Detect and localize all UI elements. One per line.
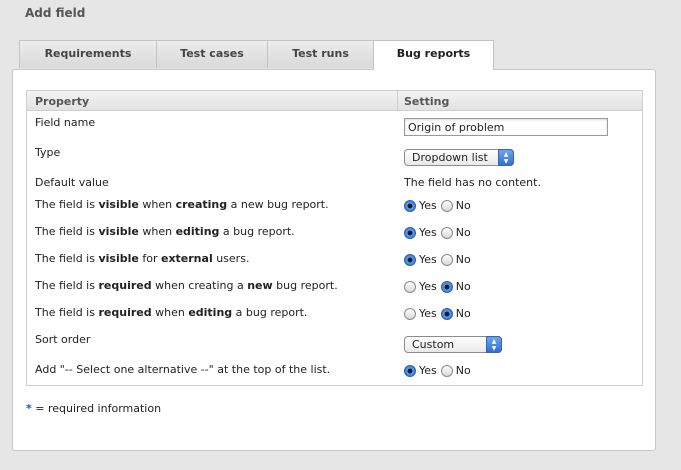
required-footnote-text: = required information	[31, 402, 162, 415]
row-required-creating: The field is required when creating a ne…	[27, 279, 642, 303]
row-add-select-one: Add "-- Select one alternative --" at th…	[27, 363, 642, 387]
tab-test-runs[interactable]: Test runs	[267, 40, 374, 68]
row-required-editing: The field is required when editing a bug…	[27, 306, 642, 330]
yes-label: Yes	[419, 226, 437, 239]
yes-label: Yes	[419, 364, 437, 377]
yes-label: Yes	[419, 280, 437, 293]
add-select-one-label: Add "-- Select one alternative --" at th…	[35, 363, 331, 376]
row-visible-creating: The field is visible when creating a new…	[27, 198, 642, 222]
add-select-one-no-radio[interactable]	[440, 364, 453, 377]
required-creating-no-radio[interactable]	[440, 280, 453, 293]
select-arrows-icon: ▲ ▼	[486, 336, 502, 353]
required-editing-label: The field is required when editing a bug…	[35, 306, 308, 319]
visible-external-label: The field is visible for external users.	[35, 252, 250, 265]
row-visible-editing: The field is visible when editing a bug …	[27, 225, 642, 249]
header-divider	[397, 91, 398, 110]
row-visible-external: The field is visible for external users.…	[27, 252, 642, 276]
visible-editing-label: The field is visible when editing a bug …	[35, 225, 295, 238]
visible-external-no-radio[interactable]	[440, 253, 453, 266]
required-creating-yes-radio[interactable]	[404, 280, 416, 293]
no-label: No	[455, 253, 471, 266]
row-default-value: Default value The field has no content.	[27, 176, 642, 200]
field-name-label: Field name	[35, 116, 96, 129]
table-header: Property Setting	[27, 91, 642, 111]
tab-requirements[interactable]: Requirements	[19, 40, 157, 68]
yes-label: Yes	[419, 253, 437, 266]
row-type: Type Dropdown list ▲ ▼	[27, 146, 642, 170]
visible-creating-label: The field is visible when creating a new…	[35, 198, 329, 211]
add-select-one-yes-radio[interactable]	[404, 364, 416, 377]
no-label: No	[455, 280, 471, 293]
required-footnote: * = required information	[26, 402, 161, 415]
header-setting: Setting	[404, 95, 450, 108]
required-editing-yes-radio[interactable]	[404, 307, 416, 320]
yes-label: Yes	[419, 199, 437, 212]
sort-order-select[interactable]: Custom ▲ ▼	[404, 336, 502, 353]
no-label: No	[455, 199, 471, 212]
visible-editing-yes-radio[interactable]	[404, 226, 416, 239]
property-table: Property Setting Field name Type Dropdow…	[26, 90, 643, 386]
no-label: No	[455, 226, 471, 239]
tab-panel: Property Setting Field name Type Dropdow…	[12, 69, 656, 451]
default-value-text: The field has no content.	[404, 176, 541, 189]
visible-creating-no-radio[interactable]	[440, 199, 453, 212]
type-label: Type	[35, 146, 61, 159]
row-field-name: Field name	[27, 115, 642, 139]
type-select[interactable]: Dropdown list ▲ ▼	[404, 149, 514, 166]
row-sort-order: Sort order Custom ▲ ▼	[27, 333, 642, 357]
tab-bug-reports[interactable]: Bug reports	[373, 40, 494, 70]
page-title: Add field	[25, 6, 86, 20]
visible-creating-yes-radio[interactable]	[404, 199, 416, 212]
required-creating-label: The field is required when creating a ne…	[35, 279, 338, 292]
header-property: Property	[35, 95, 90, 108]
visible-external-yes-radio[interactable]	[404, 253, 416, 266]
type-select-value: Dropdown list	[412, 151, 488, 164]
no-label: No	[455, 307, 471, 320]
sort-order-label: Sort order	[35, 333, 91, 346]
yes-label: Yes	[419, 307, 437, 320]
visible-editing-no-radio[interactable]	[440, 226, 453, 239]
field-name-input[interactable]	[404, 118, 608, 136]
select-arrows-icon: ▲ ▼	[498, 149, 514, 166]
tab-test-cases[interactable]: Test cases	[156, 40, 268, 68]
sort-order-select-value: Custom	[412, 338, 455, 351]
default-value-label: Default value	[35, 176, 109, 189]
required-editing-no-radio[interactable]	[440, 307, 453, 320]
no-label: No	[455, 364, 471, 377]
